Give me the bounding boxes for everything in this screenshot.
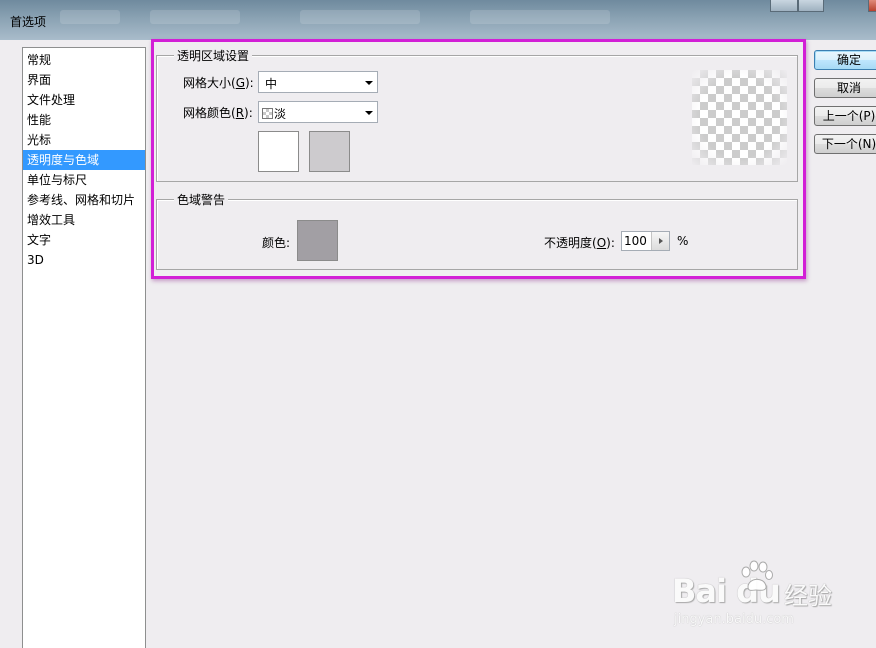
next-button[interactable]: 下一个(N) bbox=[814, 134, 876, 154]
highlight-outline bbox=[151, 39, 806, 279]
paw-icon bbox=[741, 560, 773, 591]
sidebar-item-file-handling[interactable]: 文件处理 bbox=[23, 90, 145, 110]
sidebar-item-cursors[interactable]: 光标 bbox=[23, 130, 145, 150]
baidu-watermark: Bai du 经验 jingyan.baidu.com bbox=[672, 556, 842, 628]
sidebar-item-transparency-gamut[interactable]: 透明度与色域 bbox=[23, 150, 145, 170]
cancel-button[interactable]: 取消 bbox=[814, 78, 876, 98]
titlebar-decoration bbox=[470, 10, 610, 24]
watermark-cn: 经验 bbox=[784, 582, 832, 610]
sidebar-item-3d[interactable]: 3D bbox=[23, 250, 145, 270]
titlebar-decoration bbox=[150, 10, 240, 24]
minimize-button[interactable] bbox=[770, 0, 798, 12]
sidebar-item-type[interactable]: 文字 bbox=[23, 230, 145, 250]
title-bar[interactable]: 首选项 bbox=[0, 0, 876, 40]
sidebar-item-interface[interactable]: 界面 bbox=[23, 70, 145, 90]
titlebar-decoration bbox=[300, 10, 420, 24]
maximize-button[interactable] bbox=[798, 0, 824, 12]
sidebar-item-plugins[interactable]: 增效工具 bbox=[23, 210, 145, 230]
watermark-url: jingyan.baidu.com bbox=[674, 612, 794, 627]
window-title: 首选项 bbox=[10, 15, 47, 29]
sidebar-item-general[interactable]: 常规 bbox=[23, 50, 145, 70]
previous-button[interactable]: 上一个(P) bbox=[814, 106, 876, 126]
sidebar-item-performance[interactable]: 性能 bbox=[23, 110, 145, 130]
titlebar-decoration bbox=[60, 10, 120, 24]
category-list[interactable]: 常规 界面 文件处理 性能 光标 透明度与色域 单位与标尺 参考线、网格和切片 … bbox=[22, 47, 146, 648]
ok-button[interactable]: 确定 bbox=[814, 50, 876, 70]
sidebar-item-guides-grid-slices[interactable]: 参考线、网格和切片 bbox=[23, 190, 145, 210]
close-button[interactable] bbox=[868, 0, 876, 12]
sidebar-item-units-rulers[interactable]: 单位与标尺 bbox=[23, 170, 145, 190]
